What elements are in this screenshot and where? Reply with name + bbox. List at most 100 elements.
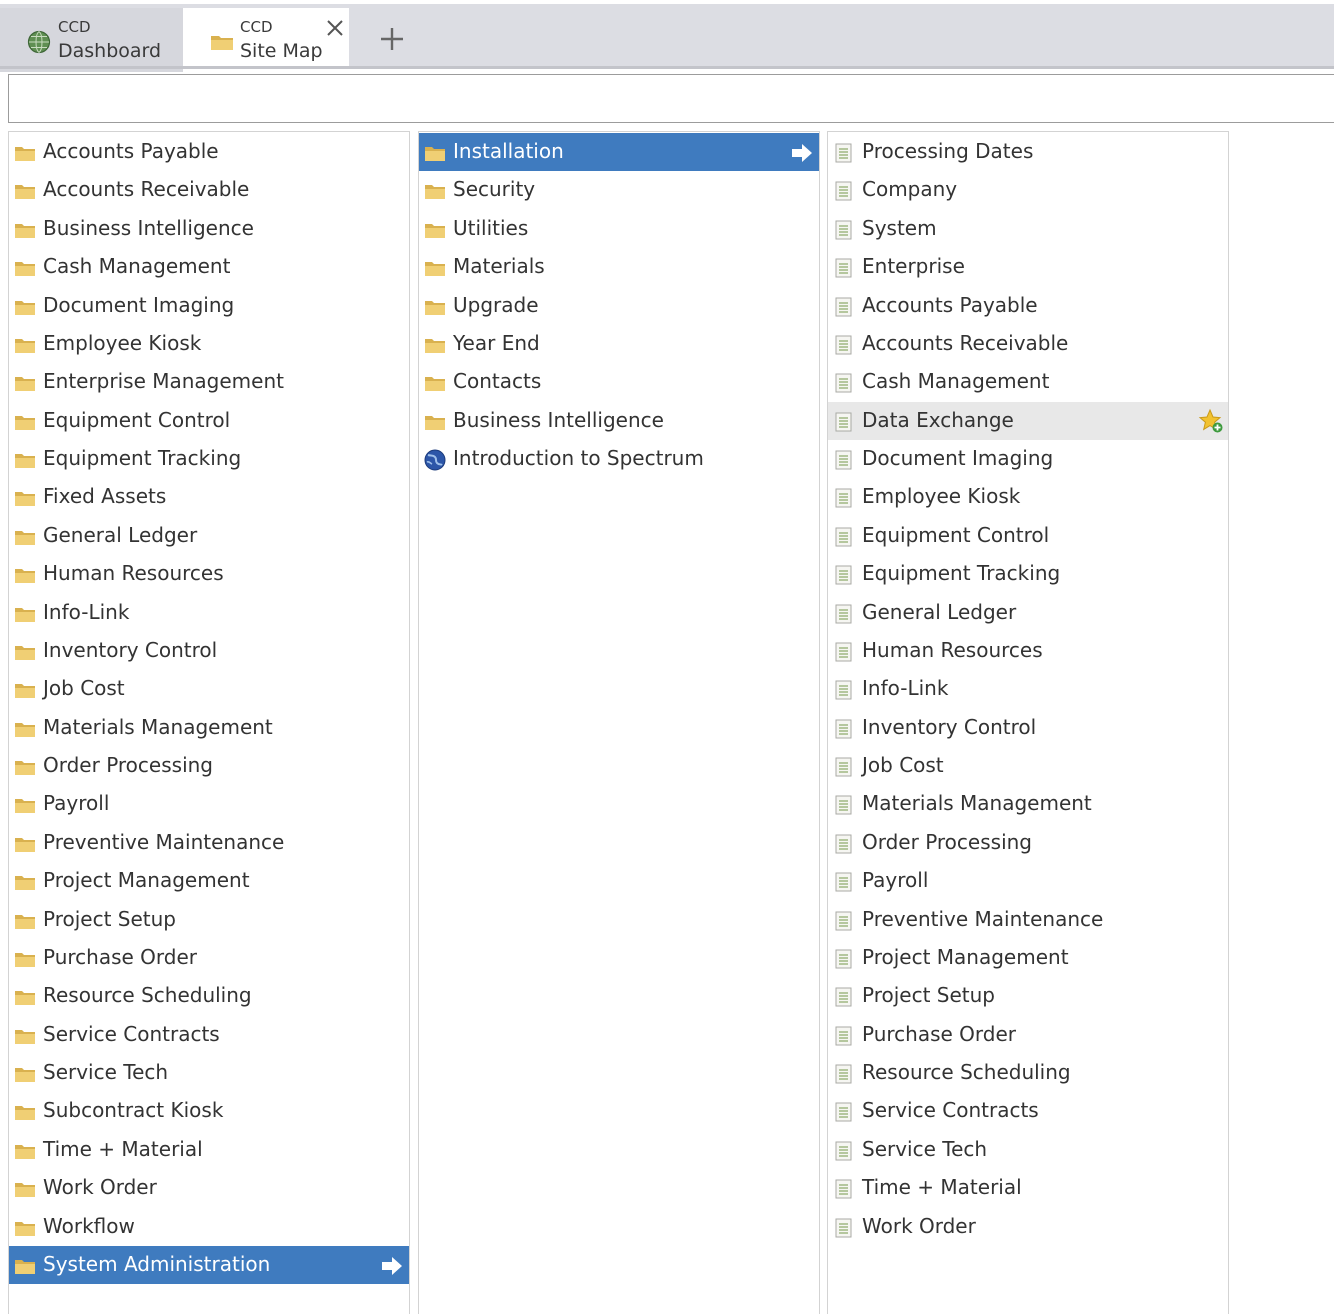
document-icon (835, 949, 852, 969)
list-item-equipment-tracking[interactable]: Equipment Tracking (828, 555, 1228, 593)
list-item-business-intelligence[interactable]: Business Intelligence (9, 210, 409, 248)
list-item-human-resources[interactable]: Human Resources (9, 555, 409, 593)
folder-icon (15, 952, 35, 967)
list-item-service-tech[interactable]: Service Tech (828, 1131, 1228, 1169)
list-item-system[interactable]: System (828, 210, 1228, 248)
list-item-accounts-receivable[interactable]: Accounts Receivable (9, 171, 409, 209)
document-icon (835, 757, 852, 777)
folder-icon (15, 338, 35, 353)
document-icon (835, 834, 852, 854)
list-item-installation[interactable]: Installation (419, 133, 819, 171)
list-item-cash-management[interactable]: Cash Management (828, 363, 1228, 401)
list-item-general-ledger[interactable]: General Ledger (9, 517, 409, 555)
list-item-equipment-control[interactable]: Equipment Control (828, 517, 1228, 555)
close-icon[interactable] (325, 18, 345, 38)
list-item-accounts-payable[interactable]: Accounts Payable (828, 287, 1228, 325)
list-item-human-resources[interactable]: Human Resources (828, 632, 1228, 670)
list-item-contacts[interactable]: Contacts (419, 363, 819, 401)
list-item-materials-management[interactable]: Materials Management (9, 709, 409, 747)
list-item-materials-management[interactable]: Materials Management (828, 785, 1228, 823)
list-item-label: Employee Kiosk (862, 484, 1021, 509)
list-item-fixed-assets[interactable]: Fixed Assets (9, 478, 409, 516)
list-item-equipment-tracking[interactable]: Equipment Tracking (9, 440, 409, 478)
list-item-info-link[interactable]: Info-Link (9, 594, 409, 632)
list-item-inventory-control[interactable]: Inventory Control (828, 709, 1228, 747)
list-item-info-link[interactable]: Info-Link (828, 670, 1228, 708)
list-item-preventive-maintenance[interactable]: Preventive Maintenance (828, 901, 1228, 939)
list-item-security[interactable]: Security (419, 171, 819, 209)
list-item-enterprise-management[interactable]: Enterprise Management (9, 363, 409, 401)
list-item-payroll[interactable]: Payroll (9, 785, 409, 823)
list-item-company[interactable]: Company (828, 171, 1228, 209)
list-item-employee-kiosk[interactable]: Employee Kiosk (828, 478, 1228, 516)
list-item-resource-scheduling[interactable]: Resource Scheduling (828, 1054, 1228, 1092)
list-item-project-setup[interactable]: Project Setup (9, 901, 409, 939)
list-item-time-material[interactable]: Time + Material (9, 1131, 409, 1169)
list-item-business-intelligence[interactable]: Business Intelligence (419, 402, 819, 440)
list-item-service-contracts[interactable]: Service Contracts (9, 1016, 409, 1054)
folder-icon (15, 262, 35, 277)
list-item-label: Service Tech (862, 1136, 988, 1161)
list-item-processing-dates[interactable]: Processing Dates (828, 133, 1228, 171)
list-item-payroll[interactable]: Payroll (828, 862, 1228, 900)
list-item-subcontract-kiosk[interactable]: Subcontract Kiosk (9, 1092, 409, 1130)
list-item-general-ledger[interactable]: General Ledger (828, 594, 1228, 632)
list-item-equipment-control[interactable]: Equipment Control (9, 402, 409, 440)
list-item-label: Accounts Receivable (862, 330, 1069, 355)
folder-icon (15, 645, 35, 660)
add-favorite-icon[interactable] (1198, 408, 1224, 434)
list-item-service-contracts[interactable]: Service Contracts (828, 1092, 1228, 1130)
search-input[interactable] (8, 74, 1334, 123)
list-item-project-management[interactable]: Project Management (9, 862, 409, 900)
list-item-job-cost[interactable]: Job Cost (9, 670, 409, 708)
list-item-accounts-payable[interactable]: Accounts Payable (9, 133, 409, 171)
list-item-introduction-to-spectrum[interactable]: Introduction to Spectrum (419, 440, 819, 478)
folder-icon (15, 377, 35, 392)
list-item-label: Data Exchange (862, 407, 1014, 432)
list-item-project-management[interactable]: Project Management (828, 939, 1228, 977)
list-item-inventory-control[interactable]: Inventory Control (9, 632, 409, 670)
list-item-year-end[interactable]: Year End (419, 325, 819, 363)
list-item-document-imaging[interactable]: Document Imaging (9, 287, 409, 325)
list-item-document-imaging[interactable]: Document Imaging (828, 440, 1228, 478)
list-item-order-processing[interactable]: Order Processing (828, 824, 1228, 862)
list-item-work-order[interactable]: Work Order (9, 1169, 409, 1207)
list-item-job-cost[interactable]: Job Cost (828, 747, 1228, 785)
list-item-purchase-order[interactable]: Purchase Order (828, 1016, 1228, 1054)
folder-icon (15, 914, 35, 929)
list-item-preventive-maintenance[interactable]: Preventive Maintenance (9, 824, 409, 862)
list-item-label: Company (862, 177, 958, 202)
list-item-purchase-order[interactable]: Purchase Order (9, 939, 409, 977)
list-item-utilities[interactable]: Utilities (419, 210, 819, 248)
arrow-right-icon (792, 144, 812, 162)
document-icon (835, 987, 852, 1007)
list-item-project-setup[interactable]: Project Setup (828, 977, 1228, 1015)
list-item-enterprise[interactable]: Enterprise (828, 248, 1228, 286)
list-item-label: Materials Management (43, 714, 273, 739)
list-item-system-administration[interactable]: System Administration (9, 1246, 409, 1284)
add-tab-icon[interactable] (378, 25, 406, 53)
folder-icon (15, 1144, 35, 1159)
list-item-label: Materials (453, 254, 545, 279)
list-item-label: Info-Link (862, 676, 949, 701)
list-item-label: Subcontract Kiosk (43, 1098, 224, 1123)
list-item-workflow[interactable]: Workflow (9, 1208, 409, 1246)
tab-site-map[interactable]: CCD Site Map (183, 8, 349, 72)
list-item-accounts-receivable[interactable]: Accounts Receivable (828, 325, 1228, 363)
list-item-label: Job Cost (862, 753, 944, 778)
list-item-resource-scheduling[interactable]: Resource Scheduling (9, 977, 409, 1015)
tab-dashboard[interactable]: CCD Dashboard (0, 8, 183, 72)
list-item-work-order[interactable]: Work Order (828, 1208, 1228, 1246)
list-item-cash-management[interactable]: Cash Management (9, 248, 409, 286)
list-item-order-processing[interactable]: Order Processing (9, 747, 409, 785)
folder-icon (15, 1029, 35, 1044)
list-item-service-tech[interactable]: Service Tech (9, 1054, 409, 1092)
document-icon (835, 719, 852, 739)
list-item-label: Contacts (453, 369, 542, 394)
list-item-time-material[interactable]: Time + Material (828, 1169, 1228, 1207)
module-column: Accounts Payable Accounts Receivable Busin… (8, 131, 410, 1314)
list-item-materials[interactable]: Materials (419, 248, 819, 286)
list-item-employee-kiosk[interactable]: Employee Kiosk (9, 325, 409, 363)
list-item-data-exchange[interactable]: Data Exchange (828, 401, 1228, 440)
list-item-upgrade[interactable]: Upgrade (419, 287, 819, 325)
